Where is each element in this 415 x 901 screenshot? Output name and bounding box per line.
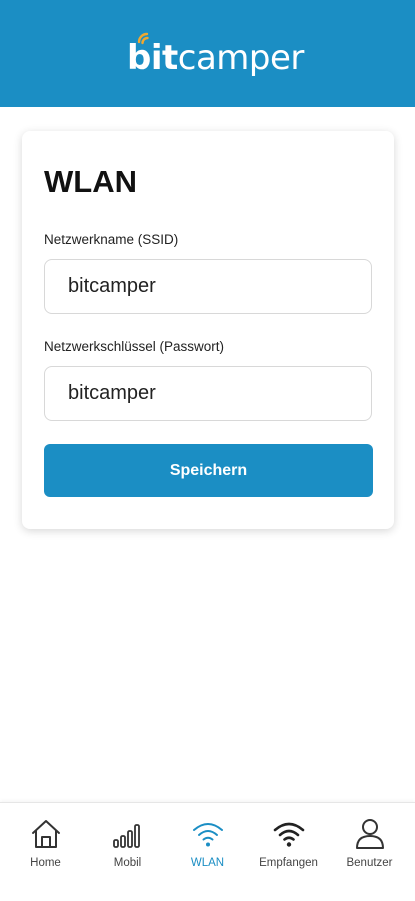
wifi-icon [192, 823, 223, 847]
nav-item-wlan[interactable]: WLAN [166, 803, 249, 883]
user-icon [355, 819, 384, 849]
wlan-settings-card: WLAN Netzwerkname (SSID) Netzwerkschlüss… [22, 131, 394, 529]
logo-light-text: camper [177, 38, 305, 78]
nav-item-benutzer[interactable]: Benutzer [328, 803, 411, 883]
nav-label-mobil: Mobil [113, 857, 142, 869]
page-title: WLAN [44, 164, 137, 199]
bitcamper-logo: bitcamper [127, 30, 304, 80]
nav-label-benutzer: Benutzer [346, 857, 393, 869]
nav-item-home[interactable]: Home [4, 803, 87, 883]
nav-label-empfangen: Empfangen [259, 857, 318, 869]
home-icon [31, 820, 60, 848]
wifi-receive-icon [273, 822, 304, 847]
logo-wordmark: bitcamper [127, 38, 304, 78]
bottom-navigation: Home Mobil WLAN Empfangen Benutzer [0, 802, 415, 901]
signal-bars-icon [112, 824, 140, 848]
nav-item-empfangen[interactable]: Empfangen [247, 803, 330, 883]
nav-label-home: Home [30, 857, 61, 869]
app-header: bitcamper [0, 0, 415, 107]
password-label: Netzwerkschlüssel (Passwort) [44, 339, 225, 354]
password-input[interactable] [44, 366, 372, 421]
ssid-label: Netzwerkname (SSID) [44, 232, 179, 247]
logo-bold-text: bit [127, 38, 178, 78]
nav-label-wlan: WLAN [190, 857, 225, 869]
save-button[interactable]: Speichern [44, 444, 373, 497]
nav-item-mobil[interactable]: Mobil [86, 803, 169, 883]
ssid-input[interactable] [44, 259, 372, 314]
